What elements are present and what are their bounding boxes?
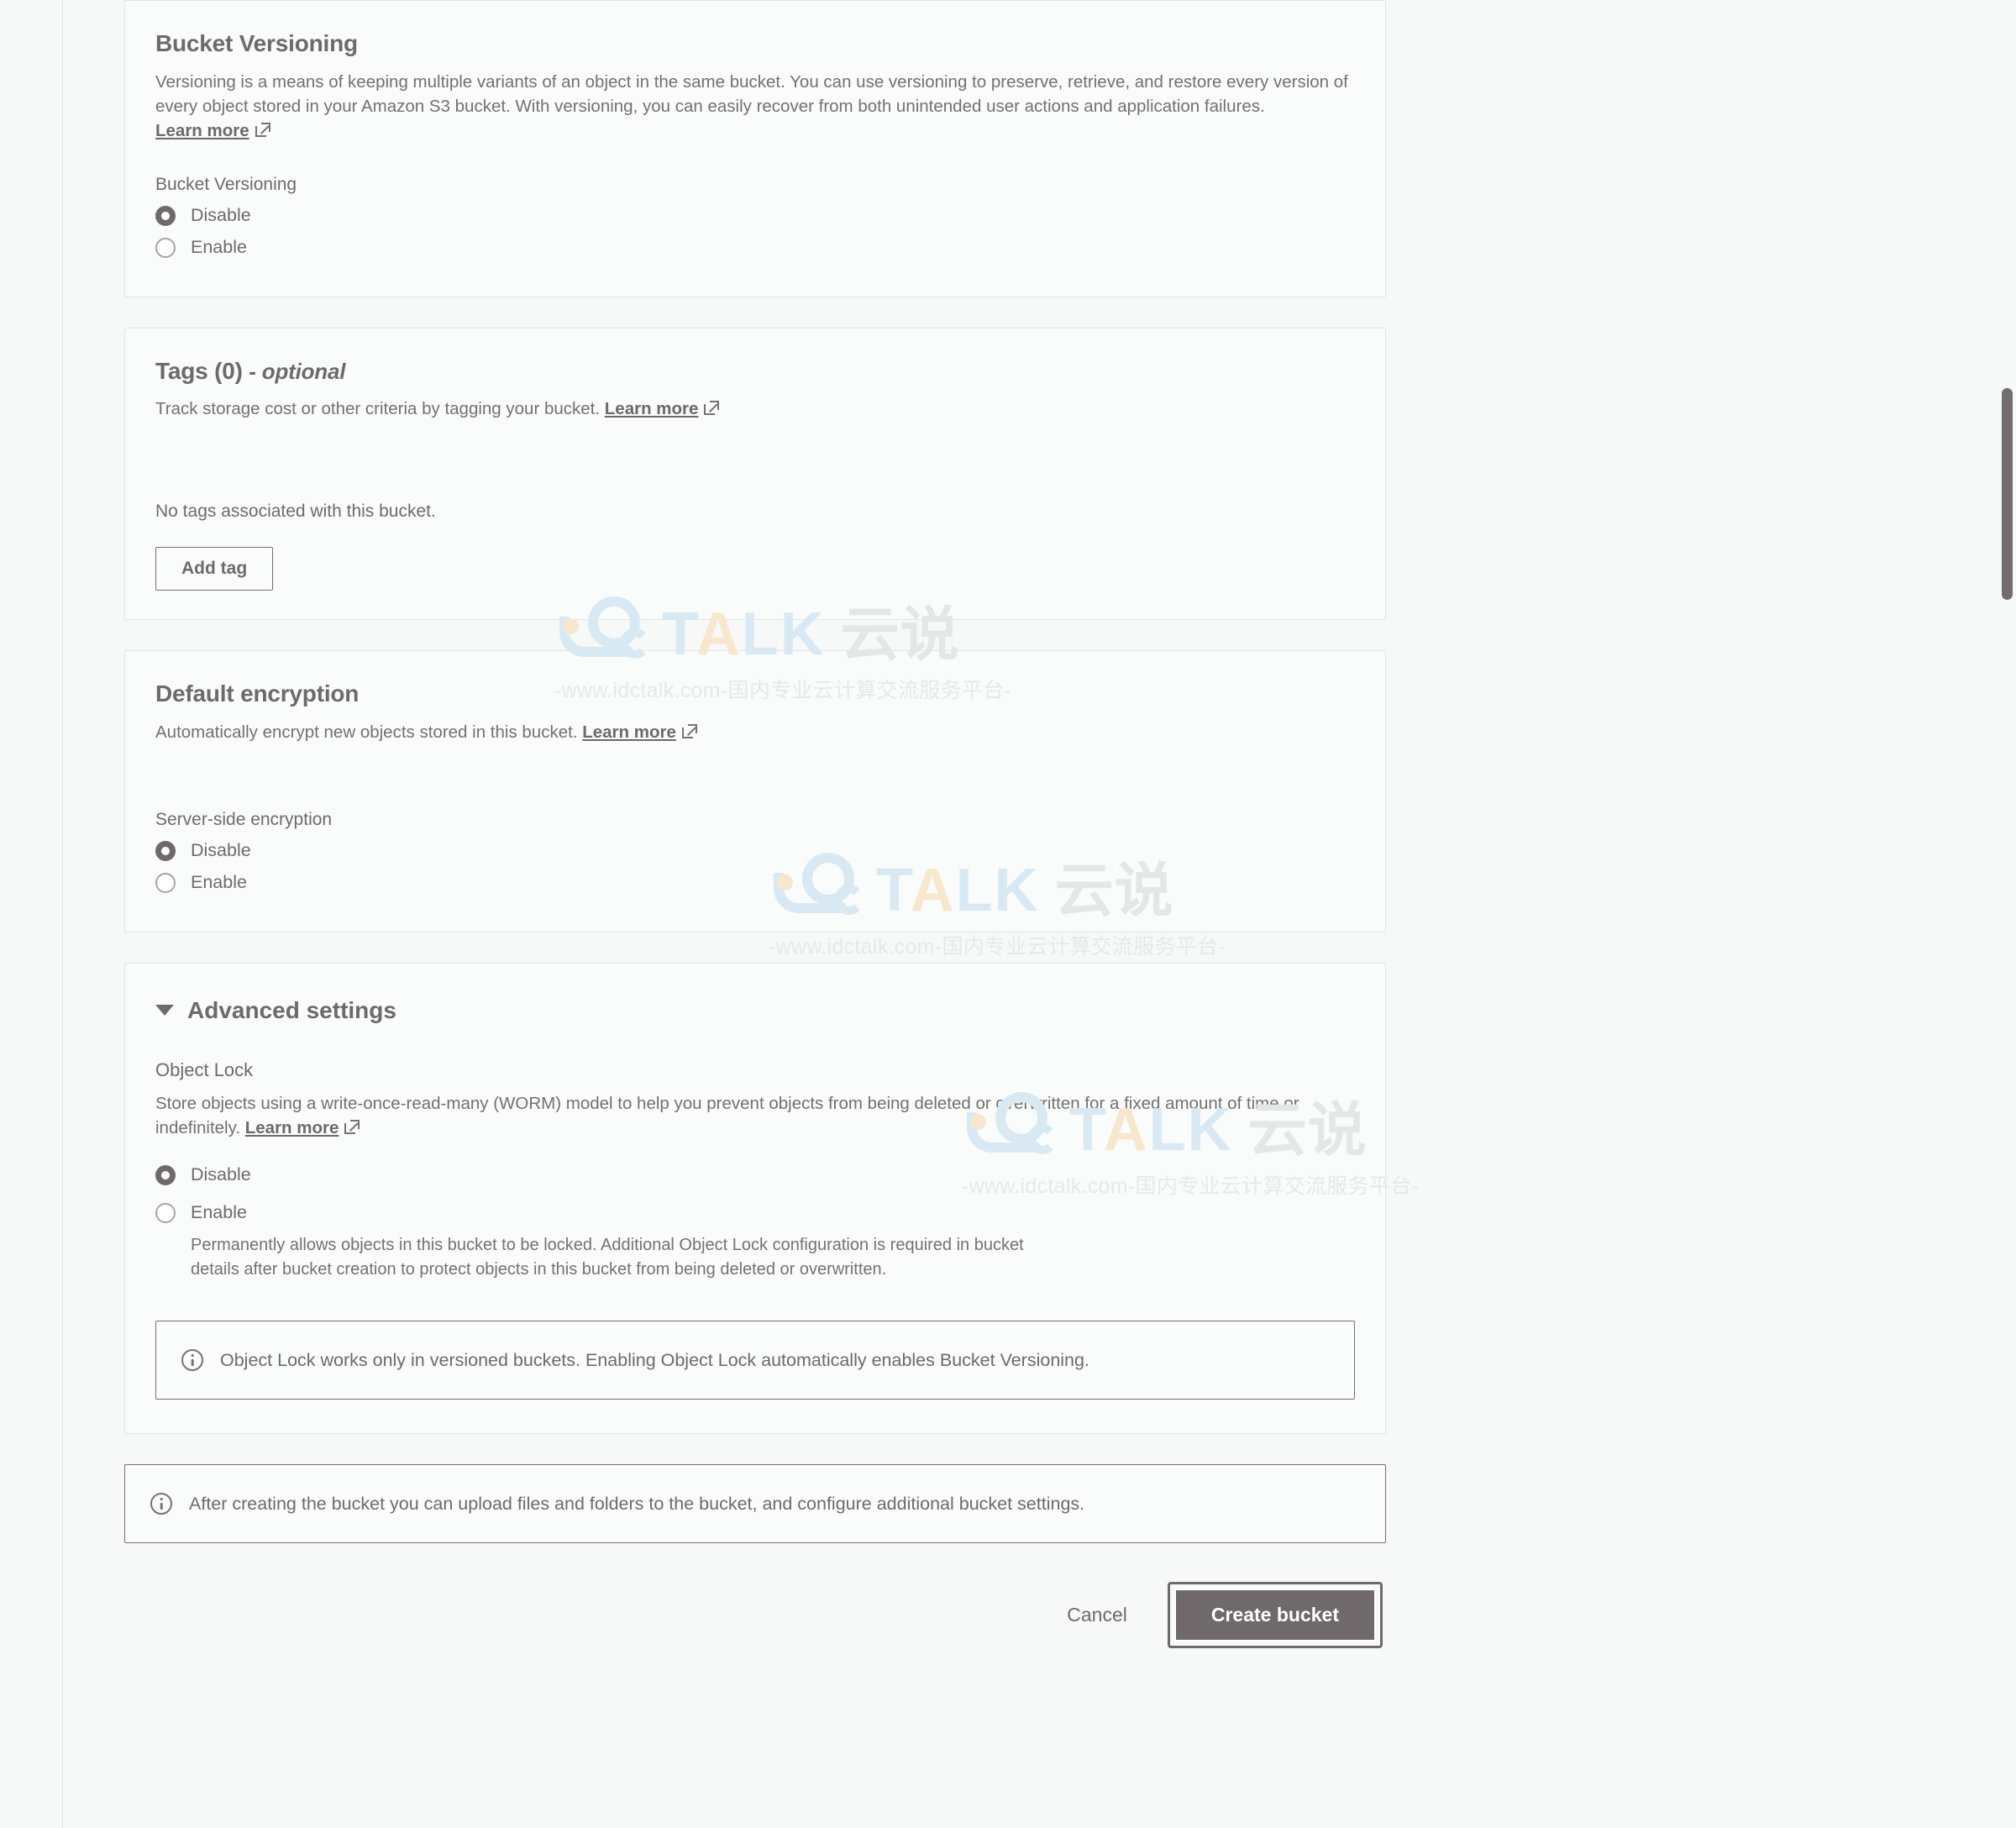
server-side-encryption-option-enable[interactable]: Enable [155,871,1355,894]
cancel-button[interactable]: Cancel [1055,1595,1139,1635]
info-icon [181,1348,203,1371]
radio-label: Enable [191,871,247,892]
learn-more-label: Learn more [244,1117,339,1137]
chevron-down-icon [155,1005,174,1016]
object-lock-option-disable[interactable]: Disable [155,1164,1355,1186]
footer-actions: Cancel Create bucket [124,1581,1386,1648]
external-link-icon [681,723,697,739]
external-link-icon [255,122,270,138]
object-lock-enable-description: Permanently allows objects in this bucke… [191,1235,1024,1279]
bucket-versioning-description-text: Versioning is a means of keeping multipl… [155,71,1348,116]
advanced-settings-card: Advanced settings Object Lock Store obje… [124,962,1386,1434]
bucket-versioning-card: Bucket Versioning Versioning is a means … [124,0,1386,297]
server-side-encryption-option-disable[interactable]: Disable [155,839,1355,862]
radio-selected-icon[interactable] [155,1164,176,1185]
bucket-versioning-option-enable[interactable]: Enable [155,236,1355,259]
radio-unselected-icon[interactable] [155,872,176,893]
default-encryption-title: Default encryption [155,680,360,707]
radio-selected-icon[interactable] [155,840,176,861]
radio-label: Enable [191,1201,247,1222]
default-encryption-learn-more-link[interactable]: Learn more [582,722,676,742]
tags-description-text: Track storage cost or other criteria by … [155,399,601,419]
radio-unselected-icon[interactable] [155,1202,176,1223]
radio-label: Disable [191,204,251,225]
tags-title-text: Tags [155,357,208,384]
learn-more-label: Learn more [582,722,676,742]
external-link-icon [344,1119,360,1135]
radio-label: Disable [191,839,251,860]
learn-more-label: Learn more [155,120,249,140]
external-link-icon [704,401,720,416]
footer-info-alert: After creating the bucket you can upload… [124,1463,1386,1543]
bucket-versioning-description: Versioning is a means of keeping multipl… [155,70,1355,143]
bucket-versioning-option-disable[interactable]: Disable [155,204,1355,227]
radio-label: Disable [191,1164,251,1185]
tags-description: Track storage cost or other criteria by … [155,397,1355,421]
tags-title: Tags (0) - optional [155,357,1355,386]
object-lock-info-alert: Object Lock works only in versioned buck… [155,1320,1355,1400]
info-icon [150,1492,172,1515]
tags-learn-more-link[interactable]: Learn more [605,399,699,418]
create-bucket-page: Bucket Versioning Versioning is a means … [0,0,2016,1828]
footer-info-alert-text: After creating the bucket you can upload… [189,1493,1085,1514]
add-tag-button[interactable]: Add tag [155,547,274,591]
bucket-versioning-learn-more-link[interactable]: Learn more [155,121,249,140]
object-lock-label: Object Lock [155,1058,254,1080]
object-lock-option-enable[interactable]: Enable [155,1201,1355,1224]
tags-optional-label: - optional [249,358,346,384]
radio-selected-icon[interactable] [155,205,176,226]
advanced-settings-toggle[interactable]: Advanced settings [155,997,1355,1024]
radio-label: Enable [191,236,247,257]
create-bucket-button-focus-ring: Create bucket [1167,1581,1383,1648]
main-content: Bucket Versioning Versioning is a means … [124,0,1386,1648]
learn-more-label: Learn more [604,399,699,419]
default-encryption-card: Default encryption Automatically encrypt… [124,650,1386,932]
radio-unselected-icon[interactable] [155,237,176,258]
left-rail-divider [62,0,63,1828]
object-lock-learn-more-link[interactable]: Learn more [245,1118,339,1137]
tags-card: Tags (0) - optional Track storage cost o… [124,327,1386,621]
tags-empty-text: No tags associated with this bucket. [155,502,436,522]
default-encryption-description-text: Automatically encrypt new objects stored… [155,722,578,742]
default-encryption-description: Automatically encrypt new objects stored… [155,720,1355,744]
bucket-versioning-field-label: Bucket Versioning [155,174,297,194]
scrollbar-thumb[interactable] [2002,388,2013,600]
tags-count: (0) [214,357,243,384]
create-bucket-button[interactable]: Create bucket [1173,1588,1376,1642]
object-lock-description: Store objects using a write-once-read-ma… [155,1091,1355,1140]
object-lock-info-alert-text: Object Lock works only in versioned buck… [220,1349,1089,1370]
bucket-versioning-title: Bucket Versioning [155,30,358,56]
advanced-settings-header-label: Advanced settings [187,996,396,1023]
vertical-scrollbar[interactable] [1998,0,2016,1828]
server-side-encryption-field-label: Server-side encryption [155,809,333,829]
